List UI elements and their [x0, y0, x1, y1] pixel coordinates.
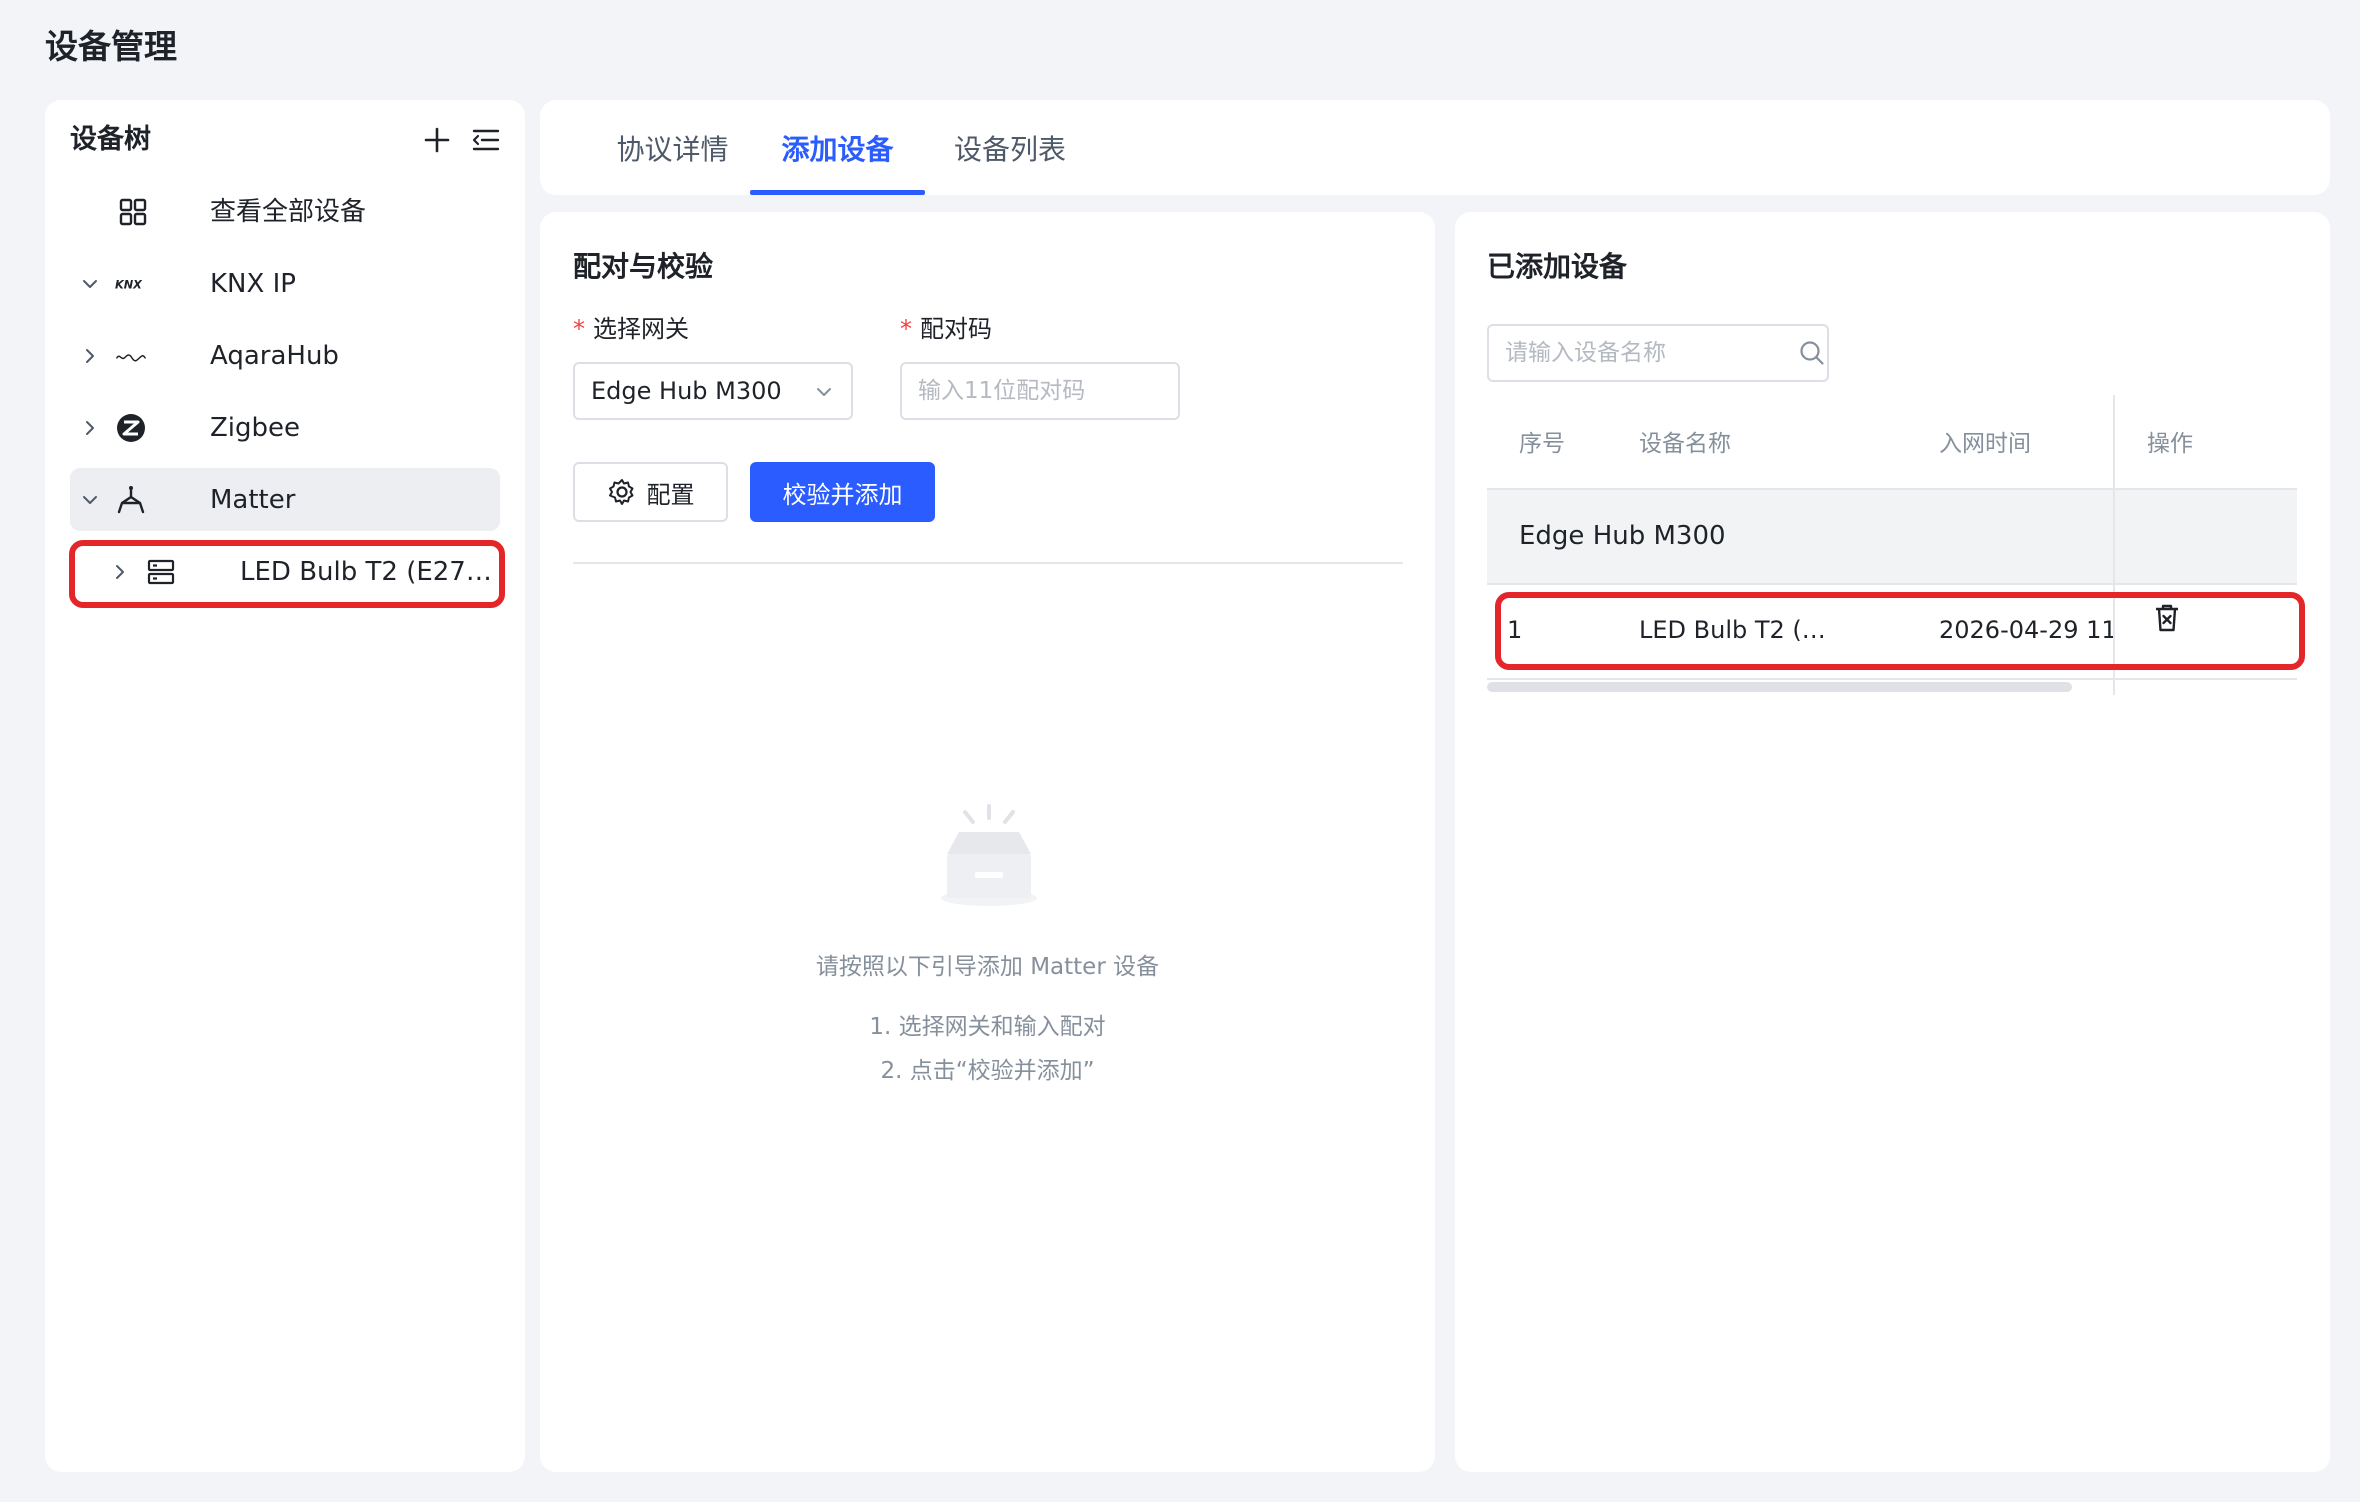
guide-step-2: 2. 点击“校验并添加”: [880, 1058, 1095, 1084]
add-icon[interactable]: [417, 120, 457, 160]
tree-item-label: AqaraHub: [210, 340, 339, 371]
device-search-box[interactable]: [1487, 324, 1829, 382]
delete-icon[interactable]: [2150, 601, 2184, 639]
cell-index: 1: [1507, 616, 1523, 644]
svg-text:KNX: KNX: [115, 278, 143, 291]
tree-item-knx-ip[interactable]: KNX KNX IP: [70, 252, 500, 315]
table-row[interactable]: 1 LED Bulb T2 (… 2026-04-29 11: [1487, 585, 2297, 675]
added-title: 已添加设备: [1487, 250, 1628, 283]
column-header-action: 操作: [2147, 431, 2193, 457]
aqara-logo-icon: [115, 340, 147, 372]
column-header-name: 设备名称: [1639, 431, 1731, 457]
verify-add-button[interactable]: 校验并添加: [750, 462, 935, 522]
row-divider: [1487, 678, 2297, 680]
search-icon[interactable]: [1798, 339, 1826, 367]
active-tab-indicator: [750, 190, 925, 195]
tab-add-device[interactable]: 添加设备: [750, 100, 925, 195]
pair-code-field[interactable]: [900, 362, 1180, 420]
tree-item-zigbee[interactable]: Zigbee: [70, 396, 500, 459]
cell-device-name: LED Bulb T2 (…: [1639, 616, 1826, 644]
guide-step-1: 1. 选择网关和输入配对: [869, 1014, 1106, 1040]
tab-protocol-details[interactable]: 协议详情: [595, 100, 750, 195]
tree-item-aqarahub[interactable]: AqaraHub: [70, 324, 500, 387]
tree-item-label: KNX IP: [210, 268, 296, 299]
tree-item-label: Zigbee: [210, 412, 301, 443]
device-server-icon: [145, 556, 177, 588]
gateway-label: * 选择网关: [573, 312, 689, 346]
grid-icon: [117, 196, 149, 228]
device-search-input[interactable]: [1505, 340, 1798, 366]
column-header-index: 序号: [1519, 431, 1565, 457]
required-mark: *: [900, 315, 912, 343]
tree-item-label: LED Bulb T2 (E27…: [240, 556, 492, 587]
config-button-label: 配置: [646, 480, 695, 509]
chevron-down-icon[interactable]: [78, 272, 102, 296]
chevron-right-icon[interactable]: [78, 344, 102, 368]
added-devices-panel: 已添加设备 序号 设备名称 入网时间 操作 Edge Hub M300 1 LE…: [1455, 212, 2330, 1472]
tree-item-led-bulb[interactable]: LED Bulb T2 (E27…: [70, 540, 500, 603]
collapse-menu-icon[interactable]: [465, 120, 505, 160]
chevron-right-icon[interactable]: [108, 560, 132, 584]
gateway-select-value: Edge Hub M300: [591, 377, 782, 405]
table-group-row: Edge Hub M300: [1487, 490, 2297, 583]
gateway-label-text: 选择网关: [593, 315, 689, 343]
tree-item-view-all[interactable]: 查看全部设备: [70, 180, 500, 243]
fixed-column-separator: [2113, 490, 2115, 583]
guide-title: 请按照以下引导添加 Matter 设备: [815, 954, 1160, 980]
tab-device-list[interactable]: 设备列表: [925, 100, 1095, 195]
gear-icon: [607, 477, 637, 507]
chevron-right-icon[interactable]: [78, 416, 102, 440]
config-button[interactable]: 配置: [573, 462, 728, 522]
matter-logo-icon: [115, 484, 147, 516]
device-tree-title: 设备树: [70, 124, 151, 155]
horizontal-scrollbar[interactable]: [1487, 682, 2072, 692]
cell-join-time: 2026-04-29 11: [1939, 616, 2117, 644]
pair-title: 配对与校验: [573, 250, 714, 283]
device-tree-panel: 设备树 查看全部设备 KNX KNX IP AqaraHub Zigbee Ma…: [45, 100, 525, 1472]
tree-item-matter[interactable]: Matter: [70, 468, 500, 531]
tabs-bar: 协议详情 添加设备 设备列表: [540, 100, 2330, 195]
pair-code-label-text: 配对码: [920, 315, 992, 343]
required-mark: *: [573, 315, 585, 343]
zigbee-logo-icon: [115, 412, 147, 444]
column-header-time: 入网时间: [1939, 431, 2031, 457]
section-divider: [573, 562, 1403, 564]
tree-item-label: Matter: [210, 484, 296, 515]
gateway-select[interactable]: Edge Hub M300: [573, 362, 853, 420]
empty-box-icon: [937, 802, 1041, 914]
group-gateway-name: Edge Hub M300: [1519, 521, 1726, 551]
chevron-down-icon[interactable]: [78, 488, 102, 512]
tree-item-label: 查看全部设备: [210, 196, 367, 227]
pair-verify-panel: 配对与校验 *选择网关 Edge Hub M300 *配对码 配置 校验并添加 …: [540, 212, 1435, 1472]
chevron-down-icon: [813, 381, 835, 409]
page-title: 设备管理: [45, 27, 177, 66]
pair-code-label: * 配对码: [900, 312, 992, 346]
knx-logo-icon: KNX: [115, 268, 147, 300]
pair-code-input[interactable]: [918, 378, 1162, 404]
